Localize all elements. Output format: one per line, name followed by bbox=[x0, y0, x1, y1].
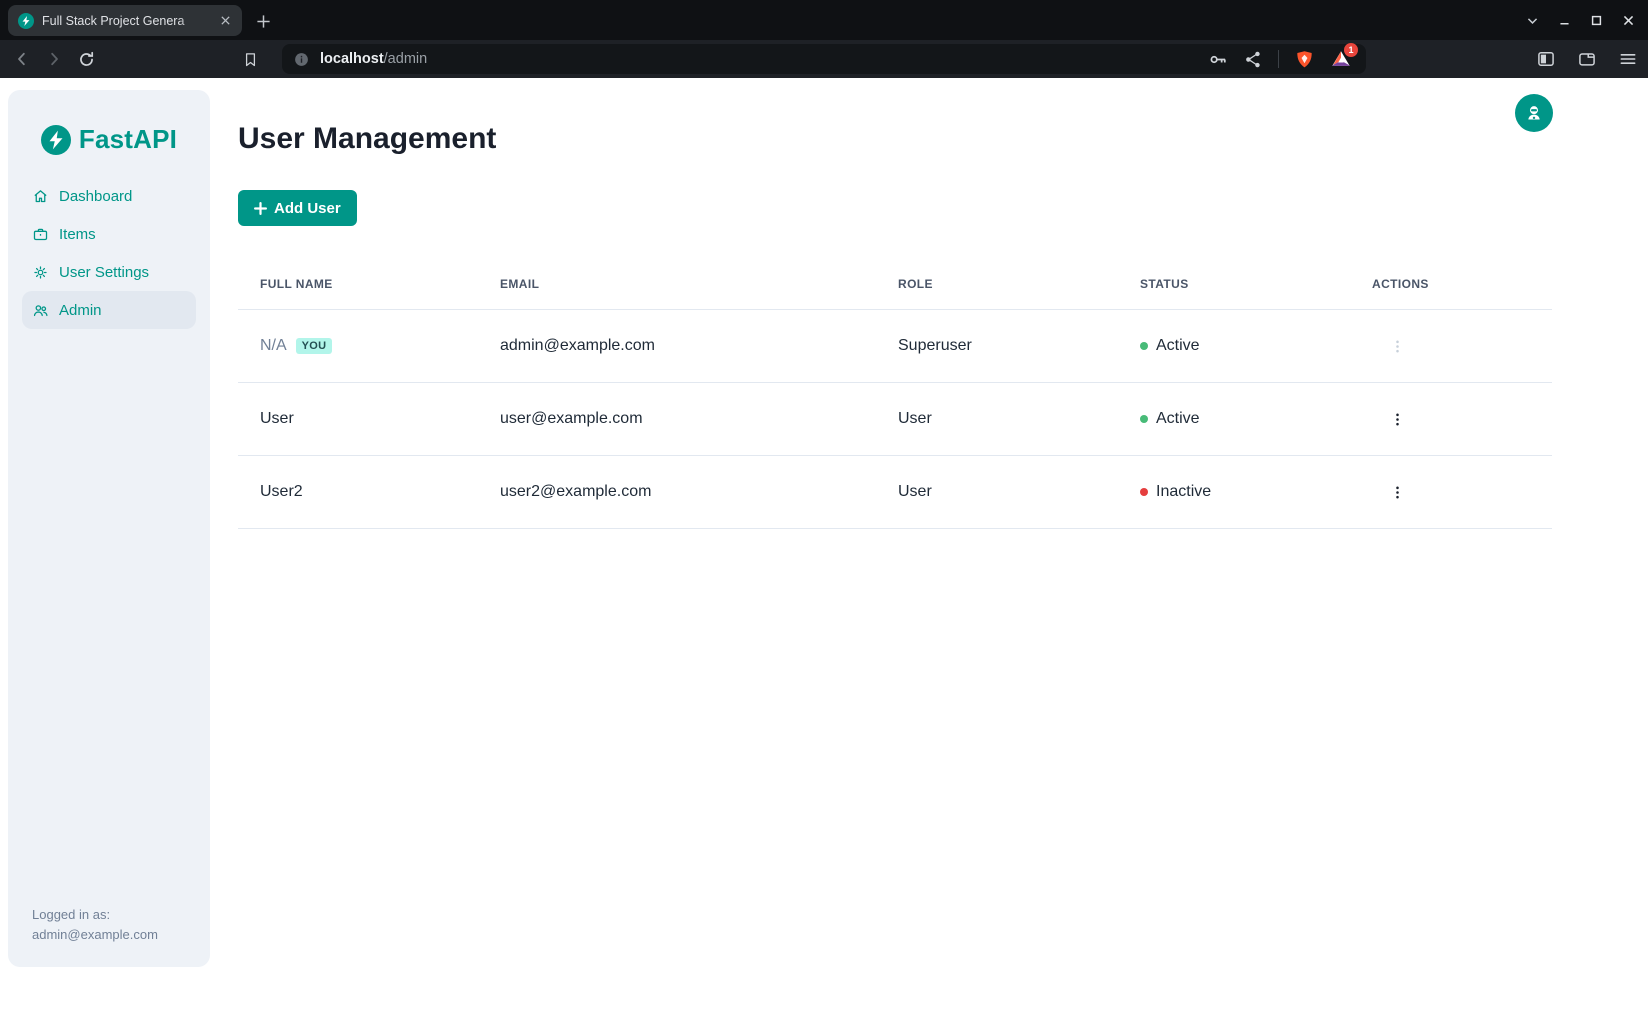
table-row: N/A YOU admin@example.com Superuser Acti… bbox=[238, 310, 1552, 383]
plus-icon bbox=[254, 202, 267, 215]
user-astronaut-icon bbox=[1524, 103, 1544, 123]
reload-icon[interactable] bbox=[72, 45, 100, 73]
logged-in-label: Logged in as: bbox=[32, 905, 158, 925]
role-cell: User bbox=[898, 483, 1140, 501]
users-table: FULL NAME EMAIL ROLE STATUS ACTIONS N/A … bbox=[238, 258, 1552, 529]
status-dot-inactive bbox=[1140, 488, 1148, 496]
page-title: User Management bbox=[238, 122, 496, 156]
add-user-label: Add User bbox=[274, 200, 341, 217]
sidebar-item-user-settings[interactable]: User Settings bbox=[22, 253, 196, 291]
email-cell: user@example.com bbox=[500, 410, 898, 428]
table-header-row: FULL NAME EMAIL ROLE STATUS ACTIONS bbox=[238, 258, 1552, 310]
status-cell: Inactive bbox=[1140, 483, 1372, 501]
role-cell: Superuser bbox=[898, 337, 1140, 355]
row-actions-kebab-icon[interactable] bbox=[1384, 479, 1410, 505]
window-close-icon[interactable] bbox=[1612, 4, 1644, 36]
logged-in-footer: Logged in as: admin@example.com bbox=[32, 905, 158, 945]
browser-toolbar: localhost/admin 1 bbox=[0, 40, 1648, 78]
column-header-full-name: FULL NAME bbox=[260, 277, 500, 291]
row-actions-kebab-icon[interactable] bbox=[1384, 406, 1410, 432]
full-name-value: User2 bbox=[260, 483, 303, 501]
brave-rewards-icon[interactable]: 1 bbox=[1330, 48, 1352, 70]
window-maximize-icon[interactable] bbox=[1580, 4, 1612, 36]
share-icon[interactable] bbox=[1244, 50, 1263, 69]
wallet-icon[interactable] bbox=[1575, 47, 1599, 71]
column-header-status: STATUS bbox=[1140, 277, 1372, 291]
email-cell: admin@example.com bbox=[500, 337, 898, 355]
url-host: localhost bbox=[320, 51, 384, 67]
user-menu-button[interactable] bbox=[1515, 94, 1553, 132]
tab-close-icon[interactable] bbox=[216, 12, 234, 30]
status-dot-active bbox=[1140, 342, 1148, 350]
table-row: User user@example.com User Active bbox=[238, 383, 1552, 456]
add-user-button[interactable]: Add User bbox=[238, 190, 357, 226]
fastapi-logo-text: FastAPI bbox=[79, 124, 177, 155]
home-icon bbox=[32, 188, 49, 205]
toolbar-divider bbox=[1278, 50, 1279, 68]
row-actions-kebab-icon bbox=[1384, 333, 1410, 359]
url-bar[interactable]: localhost/admin 1 bbox=[282, 44, 1366, 74]
url-path: /admin bbox=[384, 51, 428, 67]
status-dot-active bbox=[1140, 415, 1148, 423]
briefcase-icon bbox=[32, 226, 49, 243]
window-chevron-icon[interactable] bbox=[1516, 4, 1548, 36]
full-name-value: N/A bbox=[260, 337, 287, 355]
toolbar-right-icons bbox=[1534, 40, 1640, 78]
status-label: Active bbox=[1156, 410, 1200, 428]
fastapi-favicon-icon bbox=[18, 13, 34, 29]
actions-cell bbox=[1372, 479, 1552, 505]
status-label: Active bbox=[1156, 337, 1200, 355]
fastapi-logo-icon bbox=[41, 125, 71, 155]
bookmark-icon[interactable] bbox=[236, 45, 264, 73]
status-label: Inactive bbox=[1156, 483, 1211, 501]
status-cell: Active bbox=[1140, 337, 1372, 355]
window-controls bbox=[1516, 0, 1644, 40]
full-name-cell: User bbox=[260, 410, 500, 428]
rewards-notification-badge: 1 bbox=[1344, 43, 1358, 57]
column-header-email: EMAIL bbox=[500, 277, 898, 291]
column-header-role: ROLE bbox=[898, 277, 1140, 291]
sidebar-item-admin[interactable]: Admin bbox=[22, 291, 196, 329]
you-badge: YOU bbox=[296, 338, 333, 354]
column-header-actions: ACTIONS bbox=[1372, 277, 1552, 291]
sidebar-item-dashboard[interactable]: Dashboard bbox=[22, 177, 196, 215]
sidebar-item-label: Admin bbox=[59, 302, 102, 319]
sidebar-item-label: Dashboard bbox=[59, 188, 132, 205]
full-name-cell: User2 bbox=[260, 483, 500, 501]
window-minimize-icon[interactable] bbox=[1548, 4, 1580, 36]
key-icon[interactable] bbox=[1208, 49, 1229, 70]
brave-shield-icon[interactable] bbox=[1294, 49, 1315, 70]
full-name-cell: N/A YOU bbox=[260, 337, 500, 355]
users-icon bbox=[32, 302, 49, 319]
actions-cell bbox=[1372, 406, 1552, 432]
status-cell: Active bbox=[1140, 410, 1372, 428]
email-cell: user2@example.com bbox=[500, 483, 898, 501]
sidebar-item-label: User Settings bbox=[59, 264, 149, 281]
browser-tab[interactable]: Full Stack Project Genera bbox=[8, 5, 242, 36]
sidebar: FastAPI Dashboard Items User Settings bbox=[8, 90, 210, 967]
tab-title: Full Stack Project Genera bbox=[42, 14, 208, 28]
table-row: User2 user2@example.com User Inactive bbox=[238, 456, 1552, 529]
full-name-value: User bbox=[260, 410, 294, 428]
sidebar-panel-icon[interactable] bbox=[1534, 47, 1558, 71]
gear-icon bbox=[32, 264, 49, 281]
back-icon[interactable] bbox=[8, 45, 36, 73]
sidebar-menu: Dashboard Items User Settings Admin bbox=[8, 177, 210, 329]
page-content: FastAPI Dashboard Items User Settings bbox=[0, 78, 1648, 1025]
fastapi-logo: FastAPI bbox=[8, 124, 210, 155]
url-trailing-icons: 1 bbox=[1208, 48, 1352, 70]
actions-cell bbox=[1372, 333, 1552, 359]
tab-strip: Full Stack Project Genera bbox=[0, 0, 1648, 40]
logged-in-email: admin@example.com bbox=[32, 925, 158, 945]
menu-hamburger-icon[interactable] bbox=[1616, 47, 1640, 71]
sidebar-item-label: Items bbox=[59, 226, 96, 243]
url-text: localhost/admin bbox=[320, 51, 427, 67]
site-info-icon[interactable] bbox=[293, 51, 310, 68]
forward-icon[interactable] bbox=[40, 45, 68, 73]
sidebar-item-items[interactable]: Items bbox=[22, 215, 196, 253]
new-tab-button[interactable] bbox=[250, 8, 276, 34]
role-cell: User bbox=[898, 410, 1140, 428]
